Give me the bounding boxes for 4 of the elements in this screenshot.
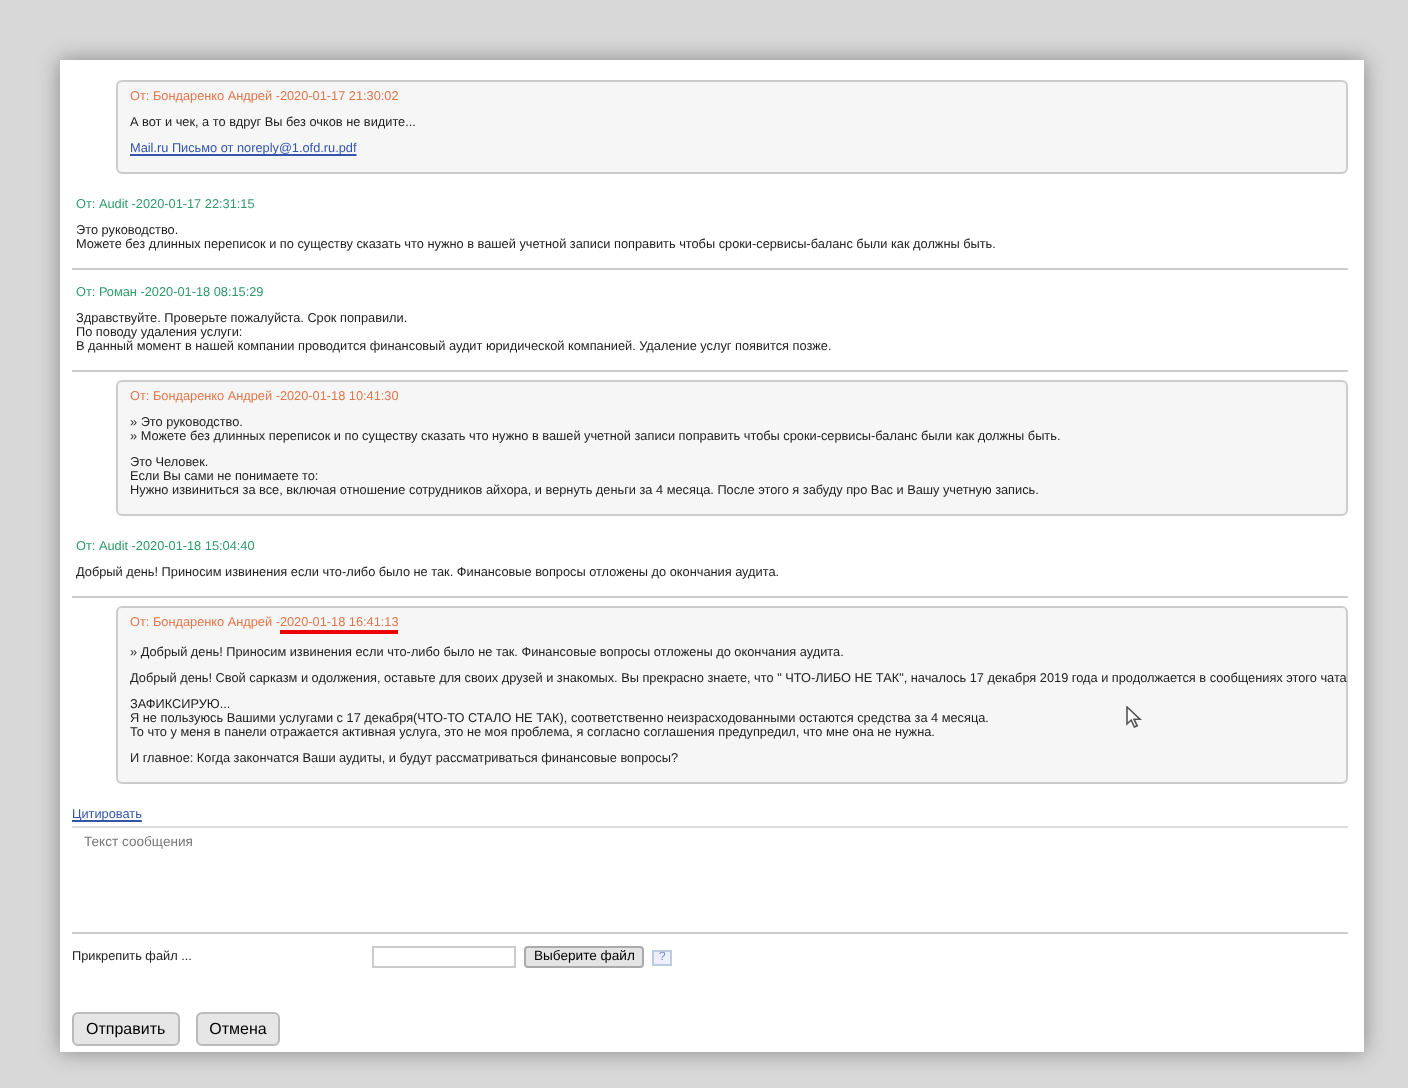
file-field[interactable]	[372, 946, 516, 968]
cursor-icon	[1126, 706, 1142, 728]
cancel-button[interactable]: Отмена	[195, 1012, 281, 1046]
send-button[interactable]: Отправить	[72, 1012, 180, 1046]
